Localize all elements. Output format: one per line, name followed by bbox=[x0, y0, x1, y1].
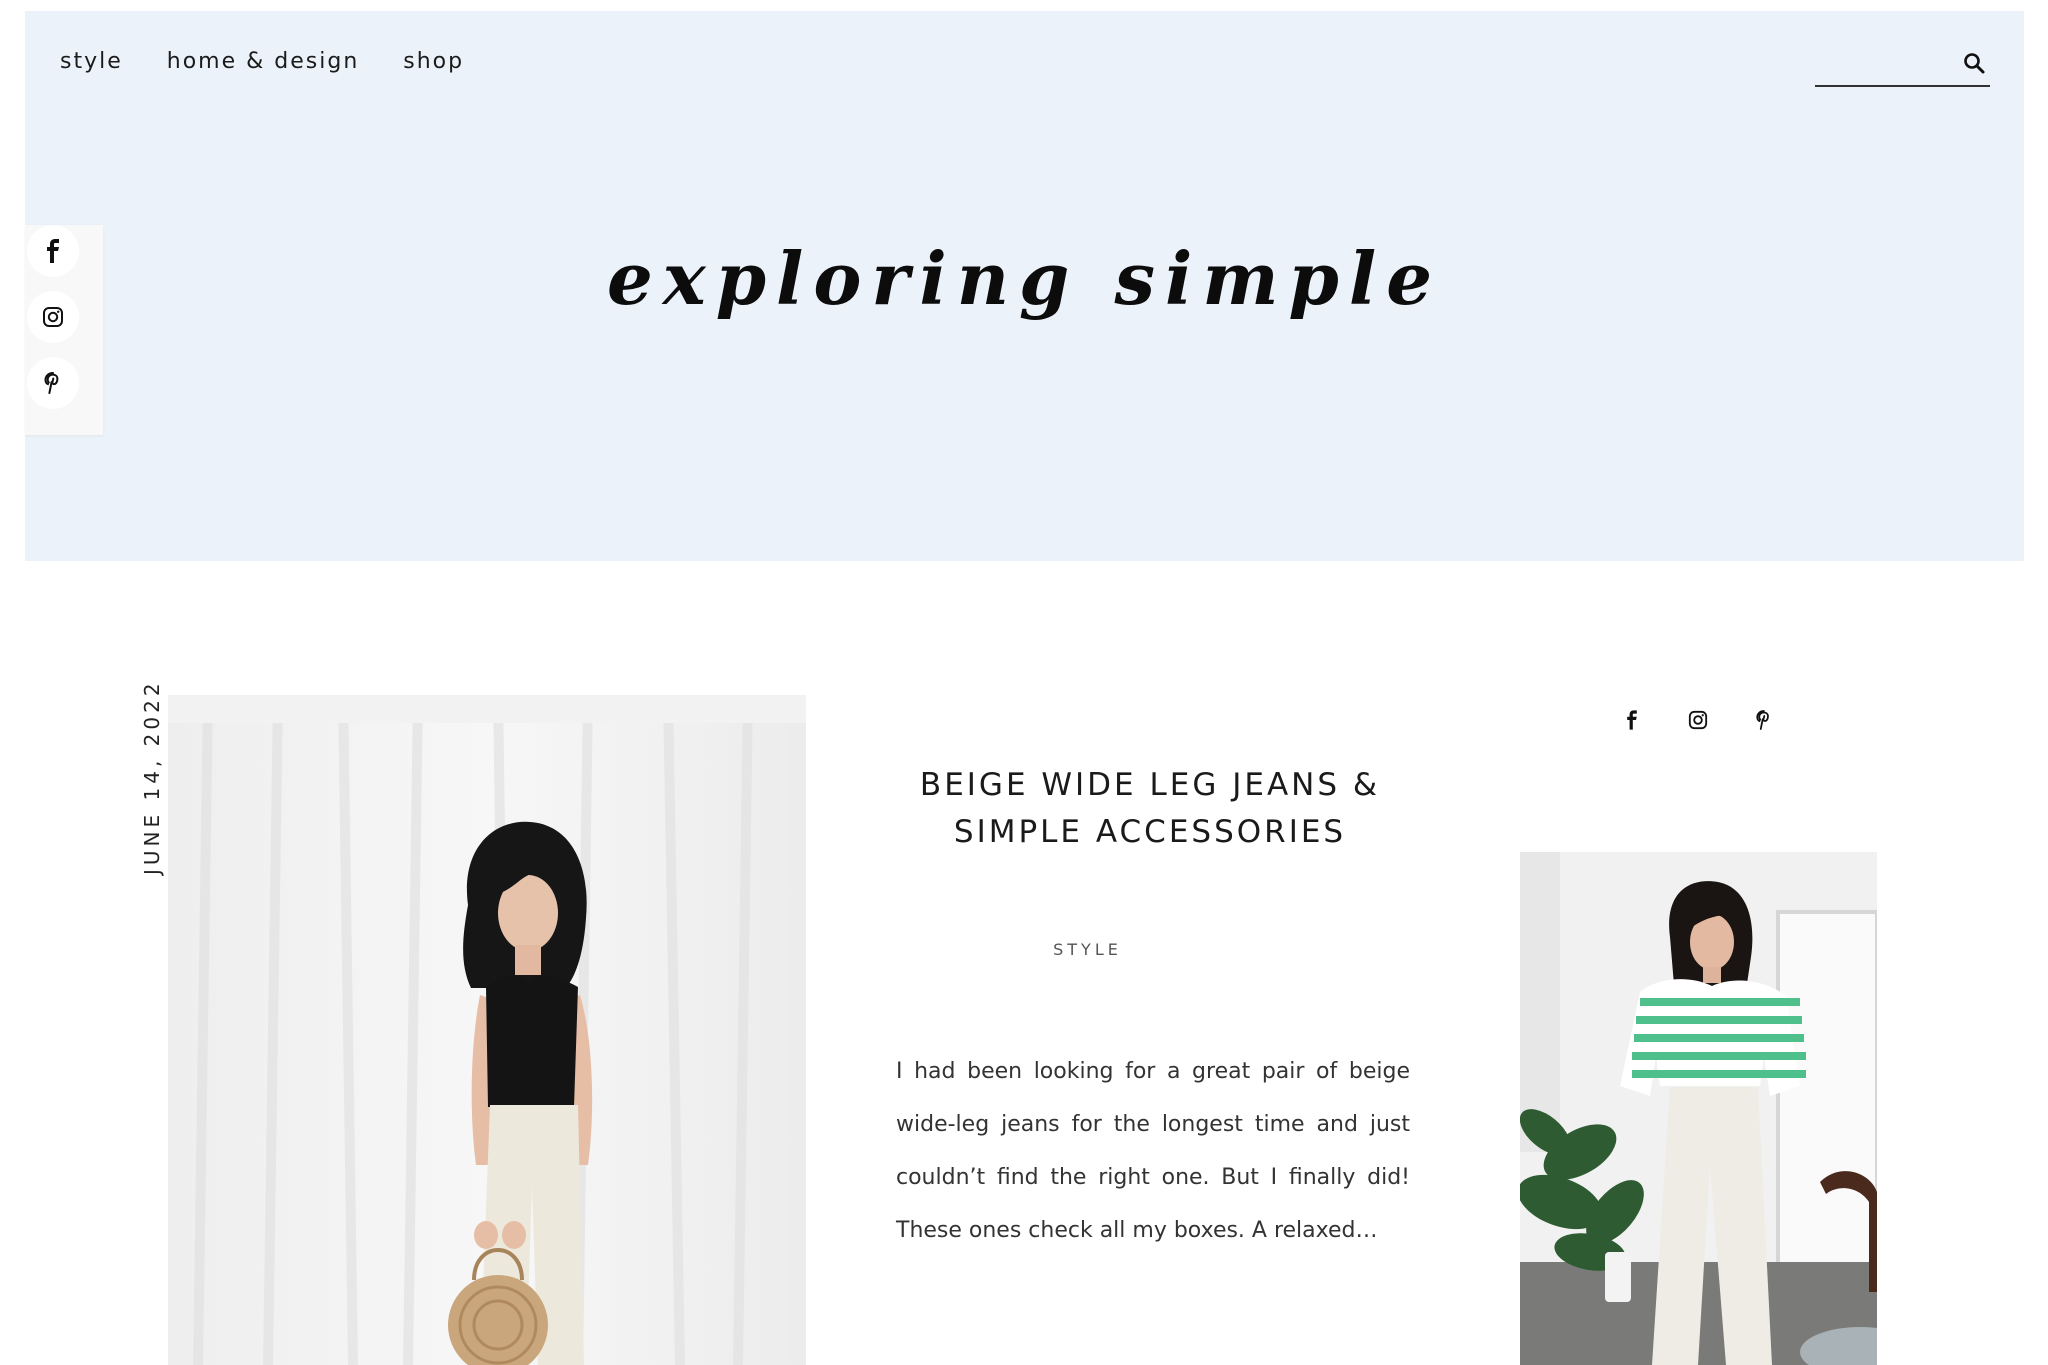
post-title-line-2: SIMPLE ACCESSORIES bbox=[953, 814, 1347, 850]
post-title-line-1: BEIGE WIDE LEG JEANS & bbox=[919, 767, 1381, 803]
post-title[interactable]: BEIGE WIDE LEG JEANS & SIMPLE ACCESSORIE… bbox=[880, 762, 1420, 856]
post-date: JUNE 14, 2022 bbox=[140, 679, 170, 875]
pinterest-icon[interactable] bbox=[1750, 706, 1778, 734]
floating-social-bar bbox=[25, 225, 103, 435]
main-nav: style home & design shop bbox=[60, 49, 464, 74]
site-logo-title[interactable]: exploring simple bbox=[25, 236, 2024, 321]
instagram-icon[interactable] bbox=[1684, 706, 1712, 734]
instagram-icon[interactable] bbox=[27, 291, 79, 343]
post-excerpt: I had been looking for a great pair of b… bbox=[896, 1059, 1410, 1243]
nav-item-style[interactable]: style bbox=[60, 49, 123, 74]
search-icon[interactable] bbox=[1962, 51, 1986, 75]
search-box bbox=[1815, 39, 1990, 87]
post-category-link[interactable]: STYLE bbox=[1000, 940, 1175, 959]
post-date-text: JUNE 14, 2022 bbox=[140, 679, 164, 875]
sidebar-profile-image[interactable] bbox=[1520, 852, 1877, 1365]
nav-item-home-design[interactable]: home & design bbox=[167, 49, 360, 74]
post-featured-image[interactable] bbox=[168, 695, 806, 1365]
sidebar-social-links bbox=[1618, 700, 1798, 740]
facebook-icon[interactable] bbox=[1618, 706, 1646, 734]
nav-item-shop[interactable]: shop bbox=[403, 49, 464, 74]
search-input[interactable] bbox=[1815, 45, 1955, 79]
pinterest-icon[interactable] bbox=[27, 357, 79, 409]
facebook-icon[interactable] bbox=[27, 225, 79, 277]
site-header: style home & design shop exploring simpl… bbox=[25, 11, 2024, 561]
